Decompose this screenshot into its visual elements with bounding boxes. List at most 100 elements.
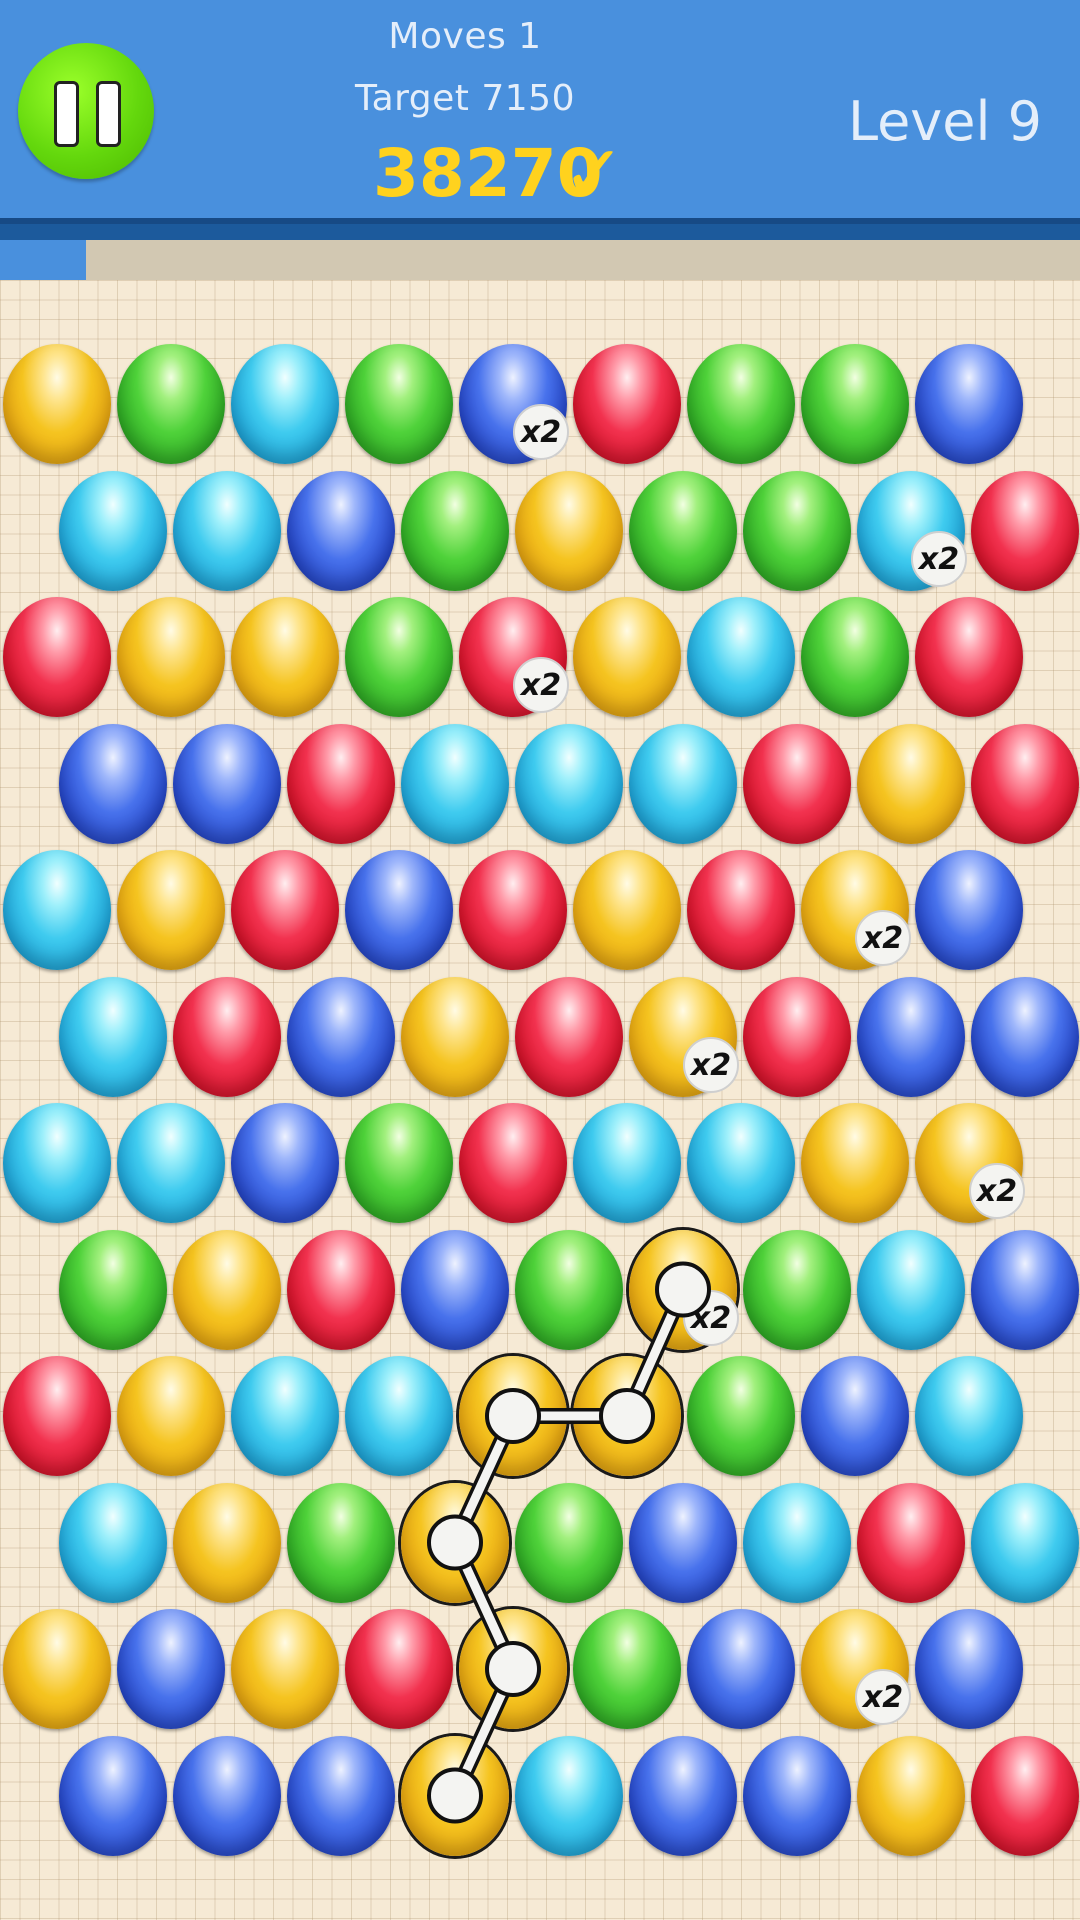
ball-cyan[interactable] bbox=[345, 1356, 453, 1476]
ball-blue[interactable] bbox=[629, 1482, 737, 1603]
ball-green[interactable] bbox=[345, 344, 453, 464]
ball-red[interactable] bbox=[459, 1103, 567, 1223]
ball-red[interactable] bbox=[459, 850, 567, 970]
ball-cyan[interactable] bbox=[743, 1482, 851, 1603]
ball-green[interactable] bbox=[801, 597, 909, 717]
ball-cyan[interactable] bbox=[59, 470, 167, 591]
ball-green[interactable] bbox=[515, 1229, 623, 1350]
ball-green[interactable] bbox=[801, 344, 909, 464]
ball-yellow[interactable] bbox=[459, 1609, 567, 1729]
ball-blue[interactable] bbox=[743, 1735, 851, 1856]
ball-green[interactable] bbox=[687, 1356, 795, 1476]
ball-green[interactable] bbox=[59, 1229, 167, 1350]
ball-yellow[interactable] bbox=[117, 1356, 225, 1476]
ball-yellow[interactable] bbox=[117, 850, 225, 970]
ball-yellow[interactable] bbox=[857, 723, 965, 844]
ball-blue[interactable] bbox=[287, 1735, 395, 1856]
ball-cyan[interactable] bbox=[857, 1229, 965, 1350]
ball-yellow[interactable] bbox=[401, 976, 509, 1097]
ball-green[interactable] bbox=[629, 470, 737, 591]
ball-red[interactable] bbox=[573, 344, 681, 464]
ball-blue[interactable] bbox=[287, 470, 395, 591]
ball-cyan[interactable] bbox=[231, 344, 339, 464]
ball-blue[interactable] bbox=[971, 1229, 1079, 1350]
ball-blue[interactable] bbox=[173, 1735, 281, 1856]
ball-cyan[interactable] bbox=[3, 1103, 111, 1223]
ball-blue[interactable] bbox=[59, 1735, 167, 1856]
ball-yellow[interactable] bbox=[231, 1609, 339, 1729]
ball-green[interactable] bbox=[117, 344, 225, 464]
ball-cyan[interactable] bbox=[515, 1735, 623, 1856]
ball-blue[interactable] bbox=[401, 1229, 509, 1350]
ball-red[interactable] bbox=[287, 1229, 395, 1350]
ball-blue[interactable] bbox=[687, 1609, 795, 1729]
ball-blue[interactable] bbox=[915, 1609, 1023, 1729]
ball-red[interactable] bbox=[687, 850, 795, 970]
ball-cyan[interactable] bbox=[629, 723, 737, 844]
ball-blue[interactable] bbox=[971, 976, 1079, 1097]
ball-yellow[interactable] bbox=[459, 1356, 567, 1476]
ball-yellow[interactable] bbox=[3, 1609, 111, 1729]
ball-cyan[interactable] bbox=[59, 976, 167, 1097]
ball-blue[interactable] bbox=[915, 344, 1023, 464]
ball-yellow[interactable] bbox=[573, 597, 681, 717]
ball-red[interactable] bbox=[971, 470, 1079, 591]
ball-cyan[interactable] bbox=[573, 1103, 681, 1223]
ball-cyan[interactable] bbox=[401, 723, 509, 844]
ball-red[interactable] bbox=[971, 723, 1079, 844]
ball-cyan[interactable] bbox=[117, 1103, 225, 1223]
ball-blue[interactable] bbox=[629, 1735, 737, 1856]
ball-red[interactable] bbox=[345, 1609, 453, 1729]
ball-cyan[interactable] bbox=[231, 1356, 339, 1476]
ball-blue[interactable] bbox=[287, 976, 395, 1097]
ball-green[interactable] bbox=[743, 1229, 851, 1350]
ball-yellow[interactable] bbox=[573, 1356, 681, 1476]
ball-cyan[interactable] bbox=[687, 597, 795, 717]
ball-red[interactable] bbox=[231, 850, 339, 970]
ball-cyan[interactable] bbox=[173, 470, 281, 591]
ball-blue[interactable] bbox=[231, 1103, 339, 1223]
ball-red[interactable] bbox=[3, 597, 111, 717]
ball-red[interactable] bbox=[857, 1482, 965, 1603]
ball-green[interactable] bbox=[743, 470, 851, 591]
ball-green[interactable] bbox=[687, 344, 795, 464]
ball-blue[interactable] bbox=[59, 723, 167, 844]
ball-yellow[interactable] bbox=[515, 470, 623, 591]
ball-yellow[interactable] bbox=[573, 850, 681, 970]
ball-green[interactable] bbox=[515, 1482, 623, 1603]
ball-yellow[interactable] bbox=[401, 1735, 509, 1856]
ball-red[interactable] bbox=[915, 597, 1023, 717]
ball-red[interactable] bbox=[287, 723, 395, 844]
ball-green[interactable] bbox=[345, 597, 453, 717]
ball-cyan[interactable] bbox=[59, 1482, 167, 1603]
ball-green[interactable] bbox=[573, 1609, 681, 1729]
ball-green[interactable] bbox=[401, 470, 509, 591]
ball-red[interactable] bbox=[3, 1356, 111, 1476]
ball-yellow[interactable] bbox=[801, 1103, 909, 1223]
ball-cyan[interactable] bbox=[3, 850, 111, 970]
ball-yellow[interactable] bbox=[117, 597, 225, 717]
ball-yellow[interactable] bbox=[401, 1482, 509, 1603]
ball-red[interactable] bbox=[515, 976, 623, 1097]
ball-cyan[interactable] bbox=[687, 1103, 795, 1223]
ball-green[interactable] bbox=[287, 1482, 395, 1603]
ball-cyan[interactable] bbox=[971, 1482, 1079, 1603]
ball-blue[interactable] bbox=[117, 1609, 225, 1729]
ball-yellow[interactable] bbox=[173, 1482, 281, 1603]
ball-green[interactable] bbox=[345, 1103, 453, 1223]
ball-red[interactable] bbox=[743, 976, 851, 1097]
ball-red[interactable] bbox=[743, 723, 851, 844]
ball-yellow[interactable] bbox=[173, 1229, 281, 1350]
pause-button[interactable] bbox=[18, 43, 154, 179]
ball-red[interactable] bbox=[971, 1735, 1079, 1856]
ball-cyan[interactable] bbox=[515, 723, 623, 844]
ball-blue[interactable] bbox=[345, 850, 453, 970]
ball-yellow[interactable] bbox=[857, 1735, 965, 1856]
ball-red[interactable] bbox=[173, 976, 281, 1097]
ball-blue[interactable] bbox=[857, 976, 965, 1097]
ball-blue[interactable] bbox=[915, 850, 1023, 970]
ball-yellow[interactable] bbox=[3, 344, 111, 464]
ball-yellow[interactable] bbox=[231, 597, 339, 717]
ball-cyan[interactable] bbox=[915, 1356, 1023, 1476]
ball-blue[interactable] bbox=[801, 1356, 909, 1476]
